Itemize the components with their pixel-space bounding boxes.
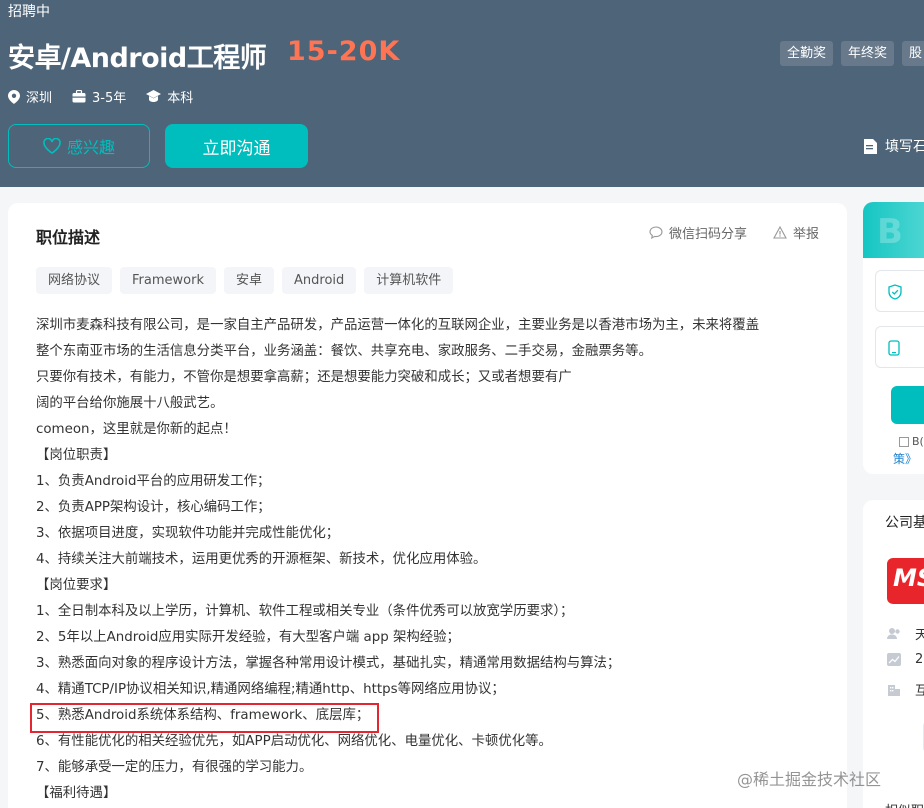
wechat-share-button[interactable]: 微信扫码分享 — [649, 223, 747, 242]
agreement-checkbox-label: B( — [912, 435, 924, 448]
description-line: 阔的平台给你施展十八般武艺。 — [36, 396, 224, 411]
skill-tag: 安卓 — [223, 267, 274, 294]
interest-button[interactable]: 感兴趣 — [8, 124, 150, 168]
company-info-row: 2 — [887, 652, 923, 667]
sidebar-login-card: B B( 策》 — [863, 202, 924, 474]
meta-experience: 3-5年 — [72, 87, 126, 106]
heart-icon — [43, 138, 61, 154]
policy-link[interactable]: 策》 — [893, 450, 917, 467]
description-line: 4、精通TCP/IP协议相关知识,精通网络编程;精通http、https等网络应… — [36, 682, 505, 697]
watermark: @稀土掘金技术社区 — [737, 770, 882, 789]
warning-icon — [773, 226, 787, 239]
description-line: 7、能够承受一定的压力，有很强的学习能力。 — [36, 760, 313, 775]
fill-resume-link[interactable]: 填写石 — [863, 136, 924, 156]
description-line: 2、负责APP架构设计，核心编码工作； — [36, 500, 271, 515]
description-line: 整个东南亚市场的生活信息分类平台，业务涵盖：餐饮、共享充电、家政服务、二手交易，… — [36, 344, 652, 359]
building-icon — [888, 685, 900, 696]
skill-tag: 网络协议 — [36, 267, 113, 294]
document-icon — [864, 138, 877, 154]
sidebar-company-card: 公司基 MS 天 2 互 相似职 — [863, 500, 924, 808]
description-line: 3、依据项目进度，实现软件功能并完成性能优化； — [36, 526, 340, 541]
description-line: comeon，这里就是你新的起点！ — [36, 422, 237, 437]
highlight-box — [30, 703, 379, 733]
job-title: 安卓/Android工程师 — [8, 43, 267, 74]
wechat-share-label: 微信扫码分享 — [668, 227, 747, 242]
description-line: 【福利待遇】 — [36, 786, 117, 801]
recruiting-status: 招聘中 — [8, 4, 50, 20]
job-header: 招聘中 安卓/Android工程师 15-20K 深圳 3-5年 本科 全勤奖 … — [0, 0, 924, 187]
company-logo[interactable]: MS — [887, 558, 924, 604]
description-line: 【岗位要求】 — [36, 578, 117, 593]
code-field[interactable] — [875, 326, 924, 368]
skill-tag: Android — [282, 267, 357, 294]
sidebar-banner: B — [863, 202, 924, 258]
report-button[interactable]: 举报 — [773, 223, 819, 242]
company-info-text: 2 — [915, 652, 924, 667]
company-info-text: 天 — [915, 628, 924, 643]
company-logo-text: MS — [893, 564, 924, 592]
interest-button-label: 感兴趣 — [66, 138, 115, 157]
skill-tag: 计算机软件 — [364, 267, 454, 294]
card-actions: 微信扫码分享 举报 — [623, 223, 819, 242]
checkbox-box — [899, 436, 909, 447]
sidebar-banner-text: B — [877, 212, 903, 252]
job-description-card: 职位描述 微信扫码分享 举报 网络协议 Framework 安卓 Android… — [8, 203, 847, 808]
agreement-checkbox[interactable]: B( — [899, 435, 924, 448]
phone-field[interactable] — [875, 270, 924, 312]
company-info-row: 互 — [887, 680, 924, 699]
company-info-text: 互 — [915, 684, 924, 699]
meta-experience-text: 3-5年 — [92, 91, 127, 106]
skill-tag: Framework — [120, 267, 216, 294]
fill-resume-label: 填写石 — [885, 139, 924, 155]
company-info-title: 公司基 — [885, 515, 924, 531]
briefcase-icon — [72, 90, 86, 103]
trend-icon — [887, 653, 901, 666]
benefit-tag: 年终奖 — [841, 41, 895, 66]
location-icon — [8, 89, 20, 104]
report-label: 举报 — [792, 227, 819, 242]
meta-location: 深圳 — [8, 87, 52, 106]
description-line: 2、5年以上Android应用实际开发经验，有大型客户端 app 架构经验； — [36, 630, 460, 645]
meta-degree-text: 本科 — [167, 91, 194, 106]
description-line: 3、熟悉面向对象的程序设计方法，掌握各种常用设计模式，基础扎实，精通常用数据结构… — [36, 656, 621, 671]
people-icon — [887, 628, 900, 639]
meta-location-text: 深圳 — [26, 91, 53, 106]
similar-jobs-title: 相似职 — [885, 800, 924, 808]
chat-bubble-icon — [649, 226, 663, 239]
skill-tags: 网络协议 Framework 安卓 Android 计算机软件 — [36, 267, 461, 294]
description-line: 4、持续关注大前端技术，运用更优秀的开源框架、新技术，优化应用体验。 — [36, 552, 487, 567]
login-button[interactable] — [891, 386, 924, 424]
benefit-tag: 全勤奖 — [780, 41, 834, 66]
description-line: 【岗位职责】 — [36, 448, 117, 463]
phone-icon — [888, 340, 900, 356]
job-meta: 深圳 3-5年 本科 — [8, 87, 213, 106]
description-line: 1、负责Android平台的应用研发工作； — [36, 474, 271, 489]
company-info-row: 天 — [887, 624, 924, 643]
meta-degree: 本科 — [146, 87, 193, 106]
chat-now-button[interactable]: 立即沟通 — [165, 124, 308, 168]
graduation-cap-icon — [146, 90, 162, 102]
shield-icon — [888, 284, 902, 300]
description-line: 1、全日制本科及以上学历，计算机、软件工程或相关专业（条件优秀可以放宽学历要求）… — [36, 604, 574, 619]
description-line: 只要你有技术，有能力，不管你是想要拿高薪；还是想要能力突破和成长；又或者想要有广 — [36, 370, 572, 385]
description-line: 深圳市麦森科技有限公司，是一家自主产品研发，产品运营一体化的互联网企业，主要业务… — [36, 318, 760, 333]
benefit-tag: 股 — [902, 41, 924, 66]
benefit-tags: 全勤奖 年终奖 股 — [780, 41, 924, 66]
salary: 15-20K — [287, 36, 401, 67]
section-title: 职位描述 — [36, 228, 101, 247]
